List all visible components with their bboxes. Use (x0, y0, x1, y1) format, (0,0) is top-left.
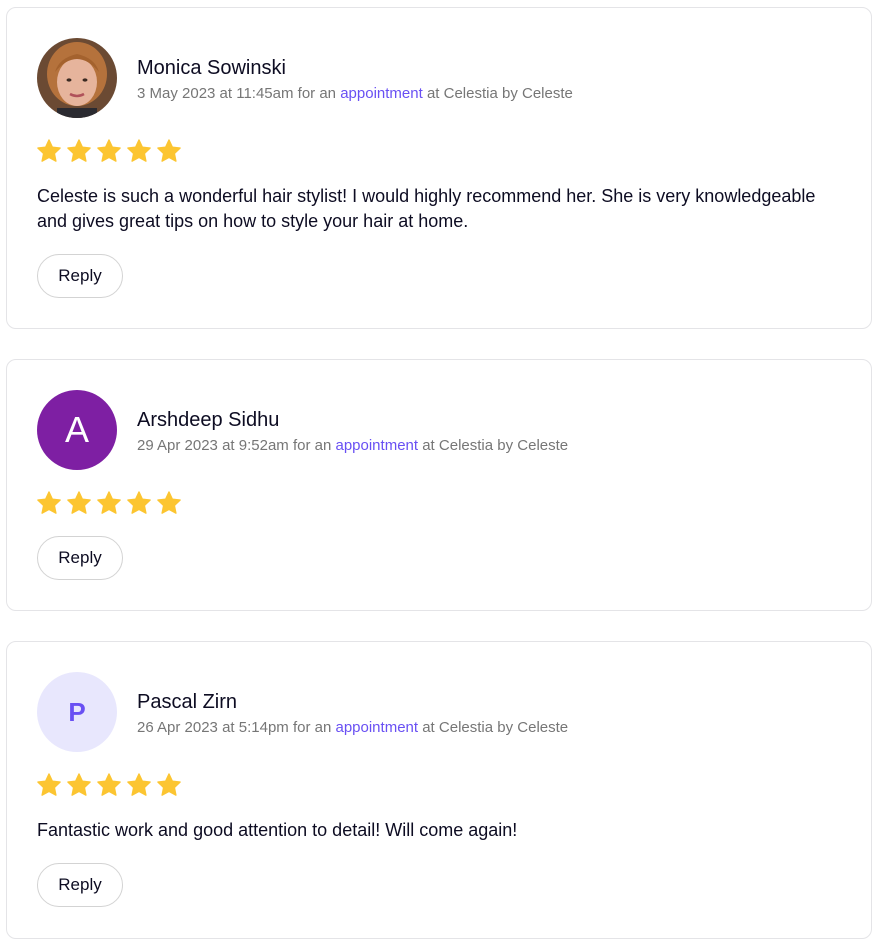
review-text: Celeste is such a wonderful hair stylist… (37, 186, 816, 231)
meta-prefix: for an (292, 719, 332, 736)
star-icon (156, 490, 182, 516)
reviewer-name: Pascal Zirn (137, 691, 238, 713)
avatar: P (37, 672, 117, 752)
star-icon (36, 772, 62, 798)
meta-suffix: at Celestia by Celeste (426, 85, 573, 102)
meta-suffix: at Celestia by Celeste (422, 719, 569, 736)
star-icon (96, 490, 122, 516)
appointment-link[interactable]: appointment (335, 437, 418, 454)
star-icon (156, 772, 182, 798)
meta-prefix: for an (297, 85, 337, 102)
star-icon (66, 138, 92, 164)
review-card: A Arshdeep Sidhu 29 Apr 2023 at 9:52am f… (6, 359, 872, 611)
star-icon (126, 490, 152, 516)
review-card: Monica Sowinski 3 May 2023 at 11:45am fo… (6, 7, 872, 329)
star-icon (156, 138, 182, 164)
review-card: P Pascal Zirn 26 Apr 2023 at 5:14pm for … (6, 641, 872, 939)
meta-suffix: at Celestia by Celeste (422, 437, 569, 454)
star-icon (96, 772, 122, 798)
star-icon (96, 138, 122, 164)
review-date: 29 Apr 2023 at 9:52am (137, 437, 289, 454)
appointment-link[interactable]: appointment (335, 719, 418, 736)
star-icon (126, 138, 152, 164)
reviewer-name: Monica Sowinski (137, 57, 286, 79)
review-meta: 29 Apr 2023 at 9:52am for an appointment… (137, 436, 568, 456)
star-rating (36, 772, 182, 798)
avatar (37, 38, 117, 118)
star-icon (36, 138, 62, 164)
avatar: A (37, 390, 117, 470)
review-meta: 26 Apr 2023 at 5:14pm for an appointment… (137, 718, 568, 738)
reviewer-name: Arshdeep Sidhu (137, 409, 280, 431)
appointment-link[interactable]: appointment (340, 85, 423, 102)
star-icon (36, 490, 62, 516)
star-icon (66, 772, 92, 798)
reply-button[interactable]: Reply (37, 863, 123, 907)
star-rating (36, 138, 182, 164)
review-date: 26 Apr 2023 at 5:14pm (137, 719, 289, 736)
review-text: Fantastic work and good attention to det… (37, 820, 518, 840)
review-date: 3 May 2023 at 11:45am (137, 85, 294, 102)
review-meta: 3 May 2023 at 11:45am for an appointment… (137, 84, 573, 104)
star-icon (66, 490, 92, 516)
reply-button[interactable]: Reply (37, 254, 123, 298)
reply-button[interactable]: Reply (37, 536, 123, 580)
star-rating (36, 490, 182, 516)
star-icon (126, 772, 152, 798)
meta-prefix: for an (292, 437, 332, 454)
